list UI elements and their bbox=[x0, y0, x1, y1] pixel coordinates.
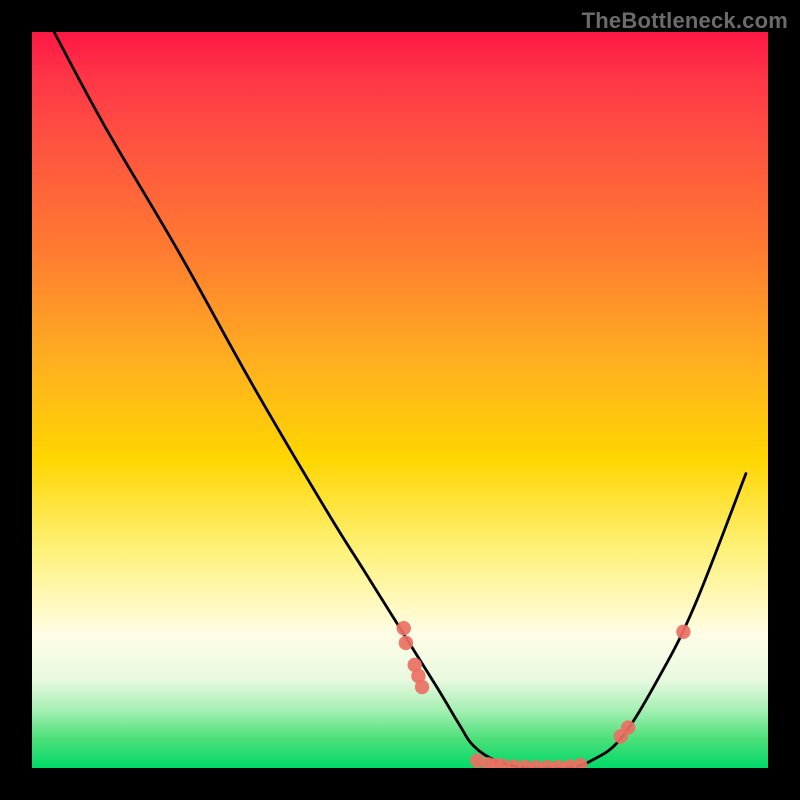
data-marker bbox=[396, 621, 410, 635]
watermark-text: TheBottleneck.com bbox=[582, 8, 788, 34]
data-marker bbox=[621, 720, 635, 734]
chart-svg bbox=[32, 32, 768, 768]
data-marker bbox=[415, 680, 429, 694]
data-marker bbox=[573, 758, 587, 768]
data-marker bbox=[676, 625, 690, 639]
data-marker bbox=[399, 636, 413, 650]
chart-container: TheBottleneck.com bbox=[0, 0, 800, 800]
plot-area bbox=[32, 32, 768, 768]
bottleneck-curve bbox=[54, 32, 746, 768]
